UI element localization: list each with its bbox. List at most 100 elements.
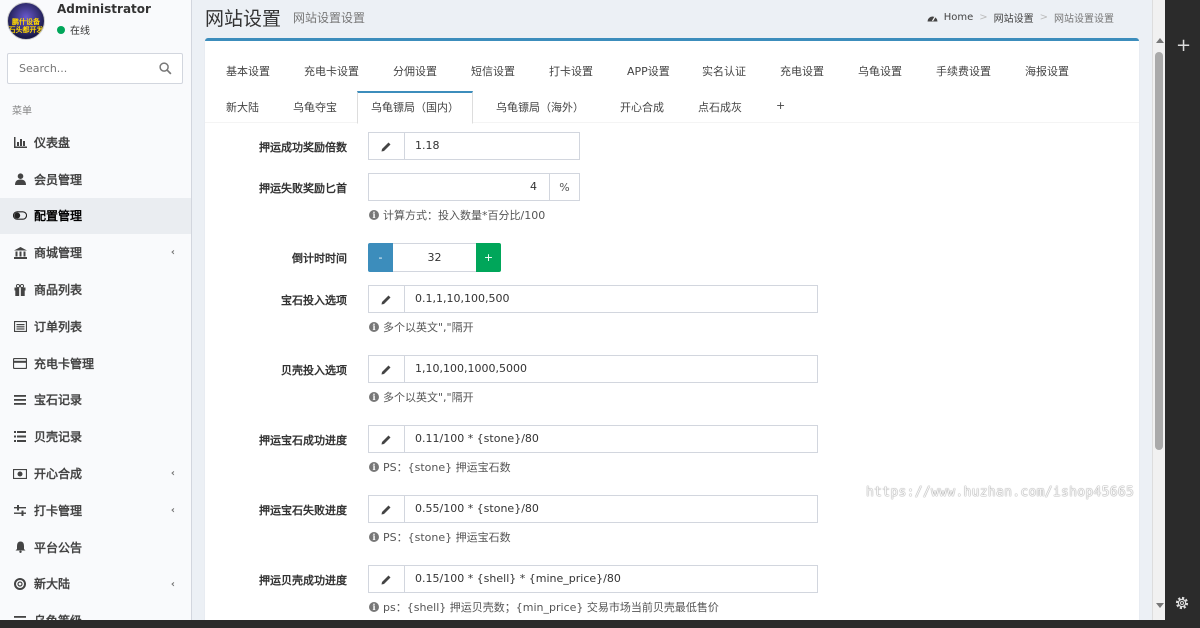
shell-success-progress-input[interactable]: 0.15/100 * {shell} * {mine_price}/80: [405, 566, 817, 592]
watermark: https://www.huzhan.com/ishop45665: [866, 485, 1135, 500]
avatar[interactable]: 鹏什设备 石头都开发: [7, 2, 45, 40]
sidebar-item-label: 充电卡管理: [34, 356, 95, 371]
shell-success-progress-help-text: ps：{shell} 押运贝壳数；{min_price} 交易市场当前贝壳最低售…: [383, 601, 719, 614]
right-panel: +: [1165, 0, 1200, 628]
chevron-left-icon: ‹: [170, 247, 175, 259]
tab-real-name[interactable]: 实名认证: [702, 63, 746, 79]
sidebar-item-shell-records[interactable]: 贝壳记录: [0, 418, 191, 455]
pencil-icon: [369, 133, 405, 159]
tab-add[interactable]: +: [776, 99, 785, 112]
success-multiplier-label: 押运成功奖励倍数: [259, 141, 347, 154]
tab-poster[interactable]: 海报设置: [1025, 63, 1069, 79]
tab-app[interactable]: APP设置: [627, 63, 670, 79]
online-dot-icon: [57, 25, 65, 34]
chevron-left-icon: ‹: [170, 468, 175, 480]
gem-success-progress-input[interactable]: 0.11/100 * {stone}/80: [405, 426, 817, 452]
gem-fail-progress-input[interactable]: 0.55/100 * {stone}/80: [405, 496, 817, 522]
gem-fail-progress-group: 0.55/100 * {stone}/80: [368, 495, 818, 523]
info-icon: i: [369, 532, 379, 542]
bell-icon: [13, 540, 27, 554]
money-icon: [13, 467, 27, 481]
gem-fail-progress-help-text: PS：{stone} 押运宝石数: [383, 531, 511, 544]
sidebar-item-label: 打卡管理: [34, 503, 83, 518]
avatar-text: 鹏什设备 石头都开发: [8, 18, 44, 34]
sidebar-item-dashboard[interactable]: 仪表盘: [0, 124, 191, 161]
tab-turtle-treasure[interactable]: 乌龟夺宝: [293, 99, 337, 115]
page-scrollbar[interactable]: [1152, 0, 1165, 620]
tab-checkin[interactable]: 打卡设置: [549, 63, 593, 79]
countdown-input[interactable]: 32: [393, 243, 476, 272]
search-input[interactable]: [8, 54, 148, 83]
search-icon[interactable]: [159, 62, 172, 75]
sidebar-item-announcements[interactable]: 平台公告: [0, 529, 191, 566]
sidebar-item-config[interactable]: 配置管理: [0, 197, 191, 235]
sidebar-item-label: 订单列表: [34, 319, 83, 334]
sidebar-item-happy-merge[interactable]: 开心合成 ‹: [0, 455, 191, 492]
tab-basic[interactable]: 基本设置: [226, 63, 270, 79]
scroll-up-icon[interactable]: [1156, 38, 1164, 43]
tab-stone-to-ash[interactable]: 点石成灰: [698, 99, 742, 115]
settings-tabs: 基本设置 充电卡设置 分佣设置 短信设置 打卡设置 APP设置 实名认证 充电设…: [205, 41, 1139, 124]
pencil-icon: [369, 426, 405, 452]
sidebar-item-label: 仪表盘: [34, 135, 71, 150]
chevron-left-icon: ‹: [170, 578, 175, 590]
countdown-plus-button[interactable]: +: [476, 243, 501, 272]
tab-commission[interactable]: 分佣设置: [393, 63, 437, 79]
list-icon: [13, 430, 27, 444]
tab-escort-overseas[interactable]: 乌龟镖局（海外）: [496, 99, 584, 115]
info-icon: i: [369, 322, 379, 332]
shell-options-input[interactable]: 1,10,100,1000,5000: [405, 356, 817, 382]
gear-icon[interactable]: [1174, 595, 1190, 611]
gem-fail-progress-help: i PS：{stone} 押运宝石数: [369, 529, 511, 545]
bottom-strip: [0, 620, 1165, 628]
tab-fee[interactable]: 手续费设置: [936, 63, 991, 79]
breadcrumb-home[interactable]: Home: [944, 12, 974, 23]
tab-turtle[interactable]: 乌龟设置: [858, 63, 902, 79]
breadcrumb-item[interactable]: 网站设置: [994, 10, 1034, 25]
content-header: 网站设置 网站设置设置 Home > 网站设置 > 网站设置设置: [192, 0, 1152, 38]
countdown-minus-button[interactable]: -: [368, 243, 393, 272]
sidebar-item-cards[interactable]: 充电卡管理: [0, 345, 191, 382]
tab-charging[interactable]: 充电设置: [780, 63, 824, 79]
fail-reward-label: 押运失败奖励匕首: [259, 182, 347, 195]
plus-icon[interactable]: +: [1176, 35, 1191, 56]
page-subtitle: 网站设置设置: [293, 11, 366, 25]
scroll-thumb[interactable]: [1155, 52, 1163, 450]
tab-escort-domestic[interactable]: 乌龟镖局（国内）: [357, 91, 473, 124]
sidebar-item-label: 配置管理: [34, 209, 83, 224]
toggle-icon: [13, 209, 27, 223]
fail-reward-group: 4 %: [368, 173, 580, 201]
fail-reward-help-text: 计算方式：投入数量*百分比/100: [383, 209, 546, 222]
sidebar-item-gem-records[interactable]: 宝石记录: [0, 382, 191, 419]
gem-options-input[interactable]: 0.1,1,10,100,500: [405, 286, 817, 312]
tab-new-continent[interactable]: 新大陆: [226, 99, 259, 115]
sidebar-item-products[interactable]: 商品列表: [0, 271, 191, 308]
user-icon: [13, 172, 27, 186]
success-multiplier-input[interactable]: 1.18: [405, 133, 579, 159]
sidebar-item-orders[interactable]: 订单列表: [0, 308, 191, 345]
gem-success-progress-help-text: PS：{stone} 押运宝石数: [383, 461, 511, 474]
sidebar: 鹏什设备 石头都开发 Administrator 在线 菜单 仪表盘 会员管理 …: [0, 0, 192, 628]
pencil-icon: [369, 566, 405, 592]
credit-card-icon: [13, 356, 27, 370]
sidebar-item-new-continent[interactable]: 新大陆 ‹: [0, 566, 191, 603]
gem-fail-progress-label: 押运宝石失败进度: [259, 504, 347, 517]
sidebar-item-members[interactable]: 会员管理: [0, 161, 191, 198]
gem-success-progress-label: 押运宝石成功进度: [259, 434, 347, 447]
sidebar-item-label: 新大陆: [34, 577, 71, 592]
shell-options-label: 贝壳投入选项: [281, 364, 347, 377]
shell-success-progress-help: i ps：{shell} 押运贝壳数；{min_price} 交易市场当前贝壳最…: [369, 599, 719, 615]
sidebar-item-checkin[interactable]: 打卡管理 ‹: [0, 492, 191, 529]
scroll-down-icon[interactable]: [1156, 603, 1164, 608]
user-panel: 鹏什设备 石头都开发 Administrator 在线: [0, 0, 191, 45]
chevron-left-icon: ‹: [170, 504, 175, 516]
countdown-stepper: - 32 +: [368, 243, 501, 272]
tab-sms[interactable]: 短信设置: [471, 63, 515, 79]
tab-recharge-card[interactable]: 充电卡设置: [304, 63, 359, 79]
user-name: Administrator: [57, 2, 151, 16]
fail-reward-input[interactable]: 4: [369, 174, 549, 200]
tab-happy-merge[interactable]: 开心合成: [620, 99, 664, 115]
gem-success-progress-help: i PS：{stone} 押运宝石数: [369, 459, 511, 475]
sidebar-item-mall[interactable]: 商城管理 ‹: [0, 234, 191, 271]
breadcrumb-current: 网站设置设置: [1054, 14, 1114, 25]
